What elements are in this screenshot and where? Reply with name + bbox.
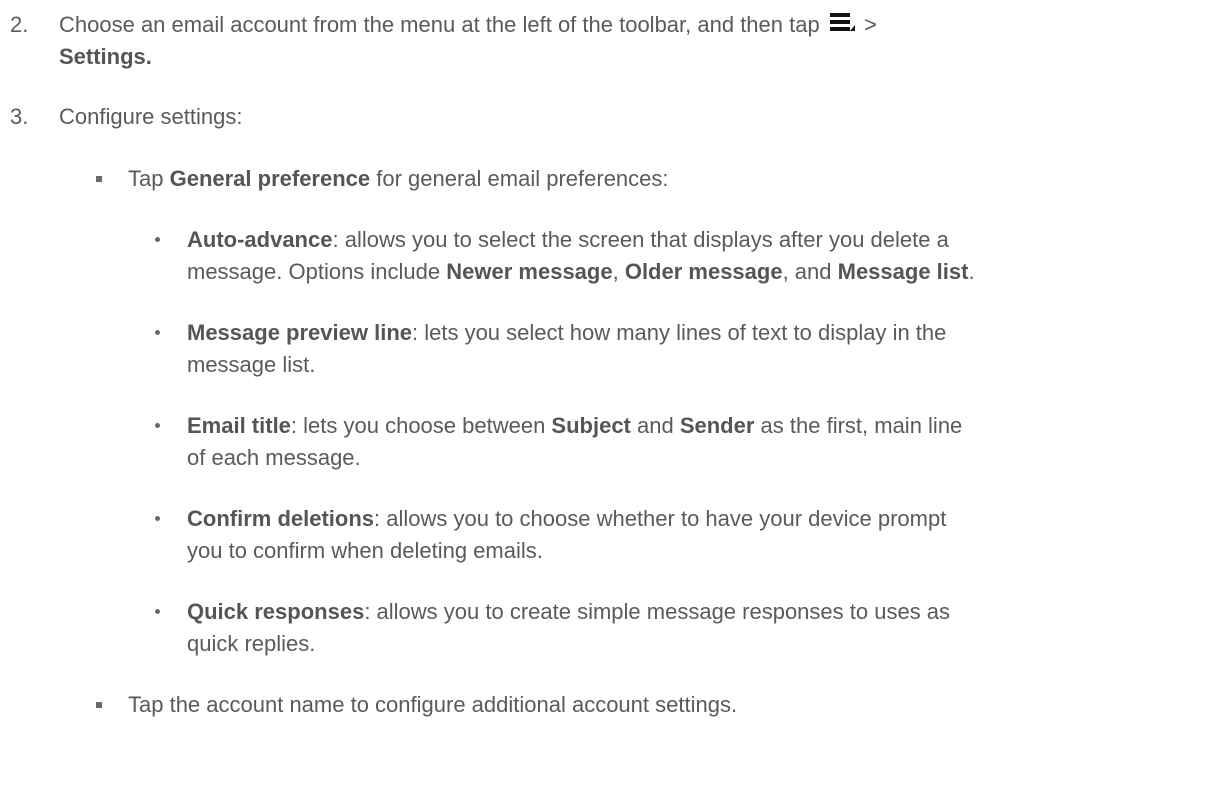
- dot-bullet-icon: [155, 423, 160, 428]
- quick-responses-line-1: Quick responses: allows you to create si…: [187, 598, 950, 626]
- step-3-number: 3.: [10, 104, 29, 129]
- general-preference-label: General preference: [169, 166, 371, 191]
- step-2-number: 2.: [10, 12, 29, 37]
- step-3-text: Configure settings:: [59, 104, 243, 129]
- email-title-desc-b: and: [630, 413, 680, 438]
- dot-bullet-icon: [155, 330, 160, 335]
- email-title-label: Email title: [187, 413, 291, 438]
- auto-advance-desc: : allows you to select the screen that d…: [332, 227, 949, 252]
- quick-responses-line-2: quick replies.: [187, 631, 316, 656]
- step-2-text: Choose an email account from the menu at…: [59, 12, 820, 37]
- step-2-line-2: Settings.: [59, 43, 152, 71]
- email-title-line-1: Email title: lets you choose between Sub…: [187, 412, 962, 440]
- message-preview-line-2: message list.: [187, 352, 316, 377]
- message-preview-line-1: Message preview line: lets you select ho…: [187, 319, 946, 347]
- confirm-deletions-label: Confirm deletions: [187, 506, 375, 531]
- general-preference-pre: Tap: [128, 166, 170, 191]
- separator: ,: [612, 259, 625, 284]
- confirm-deletions-line-2: you to confirm when deleting emails.: [187, 538, 543, 563]
- dot-bullet-icon: [155, 609, 160, 614]
- square-bullet-icon: [96, 176, 102, 182]
- auto-advance-line-1: Auto-advance: allows you to select the s…: [187, 226, 949, 254]
- document-page: 2. Choose an email account from the menu…: [0, 0, 1210, 803]
- general-preference-line: Tap General preference for general email…: [128, 165, 669, 193]
- dot-bullet-icon: [155, 516, 160, 521]
- settings-label: Settings.: [59, 44, 152, 69]
- square-bullet-icon: [96, 702, 102, 708]
- dot-bullet-icon: [155, 237, 160, 242]
- option-subject: Subject: [551, 413, 631, 438]
- step-2-arrow: >: [863, 12, 877, 37]
- email-title-desc-a: : lets you choose between: [290, 413, 552, 438]
- separator: , and: [782, 259, 838, 284]
- step-2-line-1: Choose an email account from the menu at…: [59, 11, 877, 39]
- auto-advance-label: Auto-advance: [187, 227, 333, 252]
- period: .: [968, 259, 975, 284]
- quick-responses-label: Quick responses: [187, 599, 365, 624]
- option-message-list: Message list: [837, 259, 969, 284]
- auto-advance-line-2: message. Options include Newer message , …: [187, 258, 975, 286]
- email-title-line-2: of each message.: [187, 445, 361, 470]
- confirm-deletions-line-1: Confirm deletions: allows you to choose …: [187, 505, 946, 533]
- confirm-deletions-desc: : allows you to choose whether to have y…: [374, 506, 947, 531]
- option-older-message: Older message: [624, 259, 783, 284]
- option-newer-message: Newer message: [446, 259, 613, 284]
- account-name-line: Tap the account name to configure additi…: [128, 692, 738, 717]
- general-preference-post: for general email preferences:: [370, 166, 669, 191]
- email-title-desc-c: as the first, main line: [754, 413, 963, 438]
- auto-advance-options-intro: message. Options include: [187, 259, 447, 284]
- option-sender: Sender: [679, 413, 755, 438]
- quick-responses-desc: : allows you to create simple message re…: [364, 599, 951, 624]
- message-preview-desc: : lets you select how many lines of text…: [412, 320, 947, 345]
- menu-icon: [829, 12, 856, 34]
- message-preview-label: Message preview line: [187, 320, 412, 345]
